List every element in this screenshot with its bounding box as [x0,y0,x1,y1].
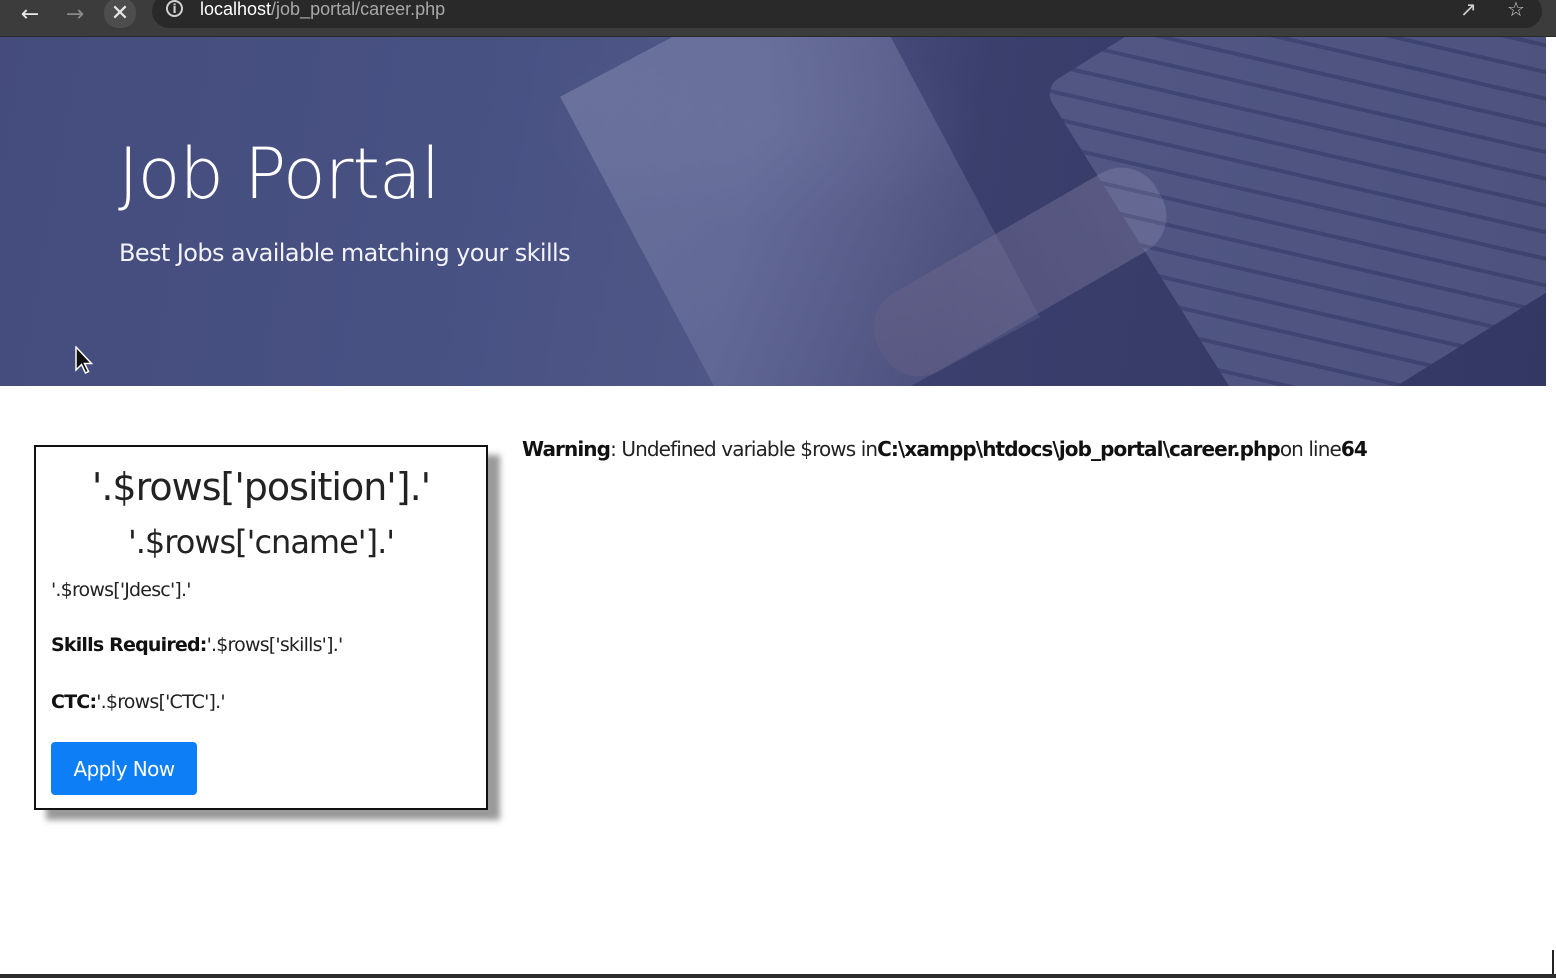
job-description: '.$rows['Jdesc'].' [51,579,191,601]
share-icon[interactable]: ↗ [1460,0,1477,21]
arrow-right-icon: → [65,1,85,27]
apply-now-button[interactable]: Apply Now [51,742,197,795]
close-icon: ✕ [110,0,130,26]
warning-label: Warning [522,437,611,461]
warning-text: : Undefined variable $rows in [610,437,878,461]
page-subtitle: Best Jobs available matching your skills [119,239,571,267]
stop-loading-button[interactable]: ✕ [104,0,136,28]
browser-toolbar: ← → ✕ i localhost/job_portal/career.php … [0,0,1556,37]
php-warning-message: Warning: Undefined variable $rows inC:\x… [522,437,1368,461]
skills-row: Skills Required:'.$rows['skills'].' [51,634,344,656]
scrollbar-thumb[interactable] [1552,950,1554,974]
warning-file-path: C:\xampp\htdocs\job_portal\career.php [877,437,1281,461]
url-path: /job_portal/career.php [271,0,446,19]
company-name: '.$rows['cname'].' [127,523,395,561]
mouse-cursor-icon [75,346,94,375]
arrow-left-icon: ← [20,1,40,27]
info-icon[interactable]: i [166,0,183,17]
star-icon[interactable]: ☆ [1507,0,1525,21]
window-bottom-edge [0,974,1556,978]
url-text[interactable]: localhost/job_portal/career.php [200,0,445,20]
job-card: '.$rows['position'].' '.$rows['cname'].'… [34,445,488,810]
forward-button[interactable]: → [57,0,93,28]
page-title: Job Portal [118,133,440,215]
skills-value: '.$rows['skills'].' [206,634,344,656]
warning-line-text: on line [1279,437,1342,461]
hero-banner: Job Portal Best Jobs available matching … [0,37,1546,386]
url-host: localhost [200,0,272,19]
ctc-label: CTC: [51,691,97,713]
ctc-row: CTC:'.$rows['CTC'].' [51,691,226,713]
back-button[interactable]: ← [12,0,48,28]
warning-line-number: 64 [1340,437,1368,461]
skills-label: Skills Required: [51,634,207,656]
job-position-title: '.$rows['position'].' [91,465,431,509]
ctc-value: '.$rows['CTC'].' [96,691,225,713]
